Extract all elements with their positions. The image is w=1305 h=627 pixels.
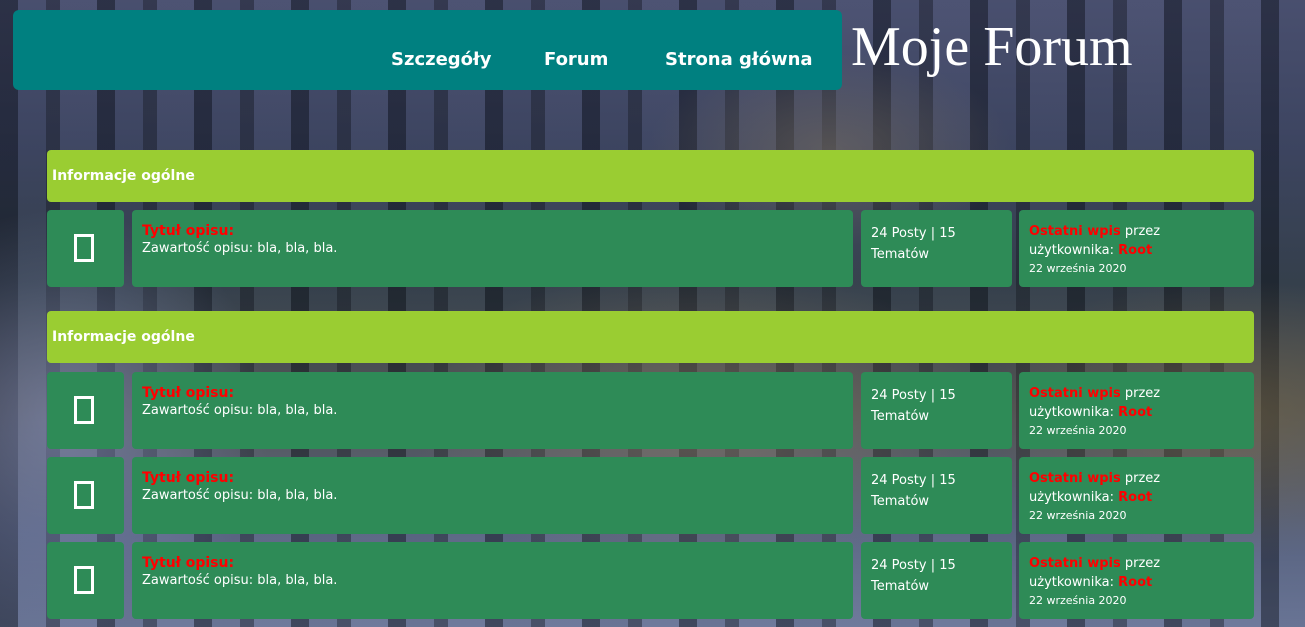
section-header: Informacje ogólne [47, 150, 1254, 202]
forum-description-cell: Tytuł opisu: Zawartość opisu: bla, bla, … [132, 210, 853, 287]
forum-stats-cell: 24 Posty | 15 Tematów [861, 542, 1012, 619]
section-label: Informacje ogólne [52, 168, 195, 184]
forum-stats: 24 Posty | 15 Tematów [871, 388, 956, 424]
last-post-cell: Ostatni wpis przez użytkownika: Root 22 … [1019, 210, 1254, 287]
forum-row: Tytuł opisu: Zawartość opisu: bla, bla, … [47, 542, 1254, 619]
forum-stats-cell: 24 Posty | 15 Tematów [861, 372, 1012, 449]
forum-stats: 24 Posty | 15 Tematów [871, 558, 956, 594]
forum-stats-cell: 24 Posty | 15 Tematów [861, 210, 1012, 287]
forum-description-cell: Tytuł opisu: Zawartość opisu: bla, bla, … [132, 457, 853, 534]
nav-details-link[interactable]: Szczegóły [391, 49, 491, 70]
forum-icon [74, 566, 94, 594]
last-post-link[interactable]: Ostatni wpis [1029, 471, 1121, 486]
last-post-link[interactable]: Ostatni wpis [1029, 224, 1121, 239]
section-header: Informacje ogólne [47, 311, 1254, 363]
forum-description: Zawartość opisu: bla, bla, bla. [142, 403, 338, 418]
forum-icon [74, 234, 94, 262]
last-post-cell: Ostatni wpis przez użytkownika: Root 22 … [1019, 542, 1254, 619]
last-post-line: Ostatni wpis przez użytkownika: Root [1029, 469, 1248, 507]
last-post-link[interactable]: Ostatni wpis [1029, 386, 1121, 401]
forum-title-link[interactable]: Tytuł opisu: [142, 222, 853, 240]
last-post-line: Ostatni wpis przez użytkownika: Root [1029, 554, 1248, 592]
forum-stats: 24 Posty | 15 Tematów [871, 226, 956, 262]
last-post-line: Ostatni wpis przez użytkownika: Root [1029, 222, 1248, 260]
site-title: Moje Forum [851, 16, 1133, 78]
forum-icon-cell [47, 542, 124, 619]
last-post-link[interactable]: Ostatni wpis [1029, 556, 1121, 571]
forum-stats-cell: 24 Posty | 15 Tematów [861, 457, 1012, 534]
forum-stats: 24 Posty | 15 Tematów [871, 473, 956, 509]
last-post-user-link[interactable]: Root [1118, 575, 1152, 590]
forum-title-link[interactable]: Tytuł opisu: [142, 384, 853, 402]
forum-icon-cell [47, 457, 124, 534]
forum-icon-cell [47, 372, 124, 449]
last-post-date: 22 września 2020 [1029, 262, 1127, 275]
last-post-user-link[interactable]: Root [1118, 243, 1152, 258]
forum-row: Tytuł opisu: Zawartość opisu: bla, bla, … [47, 210, 1254, 287]
forum-description: Zawartość opisu: bla, bla, bla. [142, 573, 338, 588]
section-label: Informacje ogólne [52, 329, 195, 345]
forum-description: Zawartość opisu: bla, bla, bla. [142, 488, 338, 503]
last-post-user-link[interactable]: Root [1118, 405, 1152, 420]
last-post-line: Ostatni wpis przez użytkownika: Root [1029, 384, 1248, 422]
last-post-cell: Ostatni wpis przez użytkownika: Root 22 … [1019, 372, 1254, 449]
forum-description-cell: Tytuł opisu: Zawartość opisu: bla, bla, … [132, 542, 853, 619]
last-post-date: 22 września 2020 [1029, 424, 1127, 437]
last-post-date: 22 września 2020 [1029, 594, 1127, 607]
forum-description-cell: Tytuł opisu: Zawartość opisu: bla, bla, … [132, 372, 853, 449]
forum-icon-cell [47, 210, 124, 287]
forum-row: Tytuł opisu: Zawartość opisu: bla, bla, … [47, 457, 1254, 534]
forum-icon [74, 396, 94, 424]
forum-row: Tytuł opisu: Zawartość opisu: bla, bla, … [47, 372, 1254, 449]
nav-forum-link[interactable]: Forum [544, 49, 608, 70]
last-post-date: 22 września 2020 [1029, 509, 1127, 522]
nav-home-link[interactable]: Strona główna [665, 49, 813, 70]
forum-title-link[interactable]: Tytuł opisu: [142, 554, 853, 572]
top-navbar: Szczegóły Forum Strona główna [13, 10, 842, 90]
forum-icon [74, 481, 94, 509]
forum-title-link[interactable]: Tytuł opisu: [142, 469, 853, 487]
forum-description: Zawartość opisu: bla, bla, bla. [142, 241, 338, 256]
last-post-user-link[interactable]: Root [1118, 490, 1152, 505]
last-post-cell: Ostatni wpis przez użytkownika: Root 22 … [1019, 457, 1254, 534]
